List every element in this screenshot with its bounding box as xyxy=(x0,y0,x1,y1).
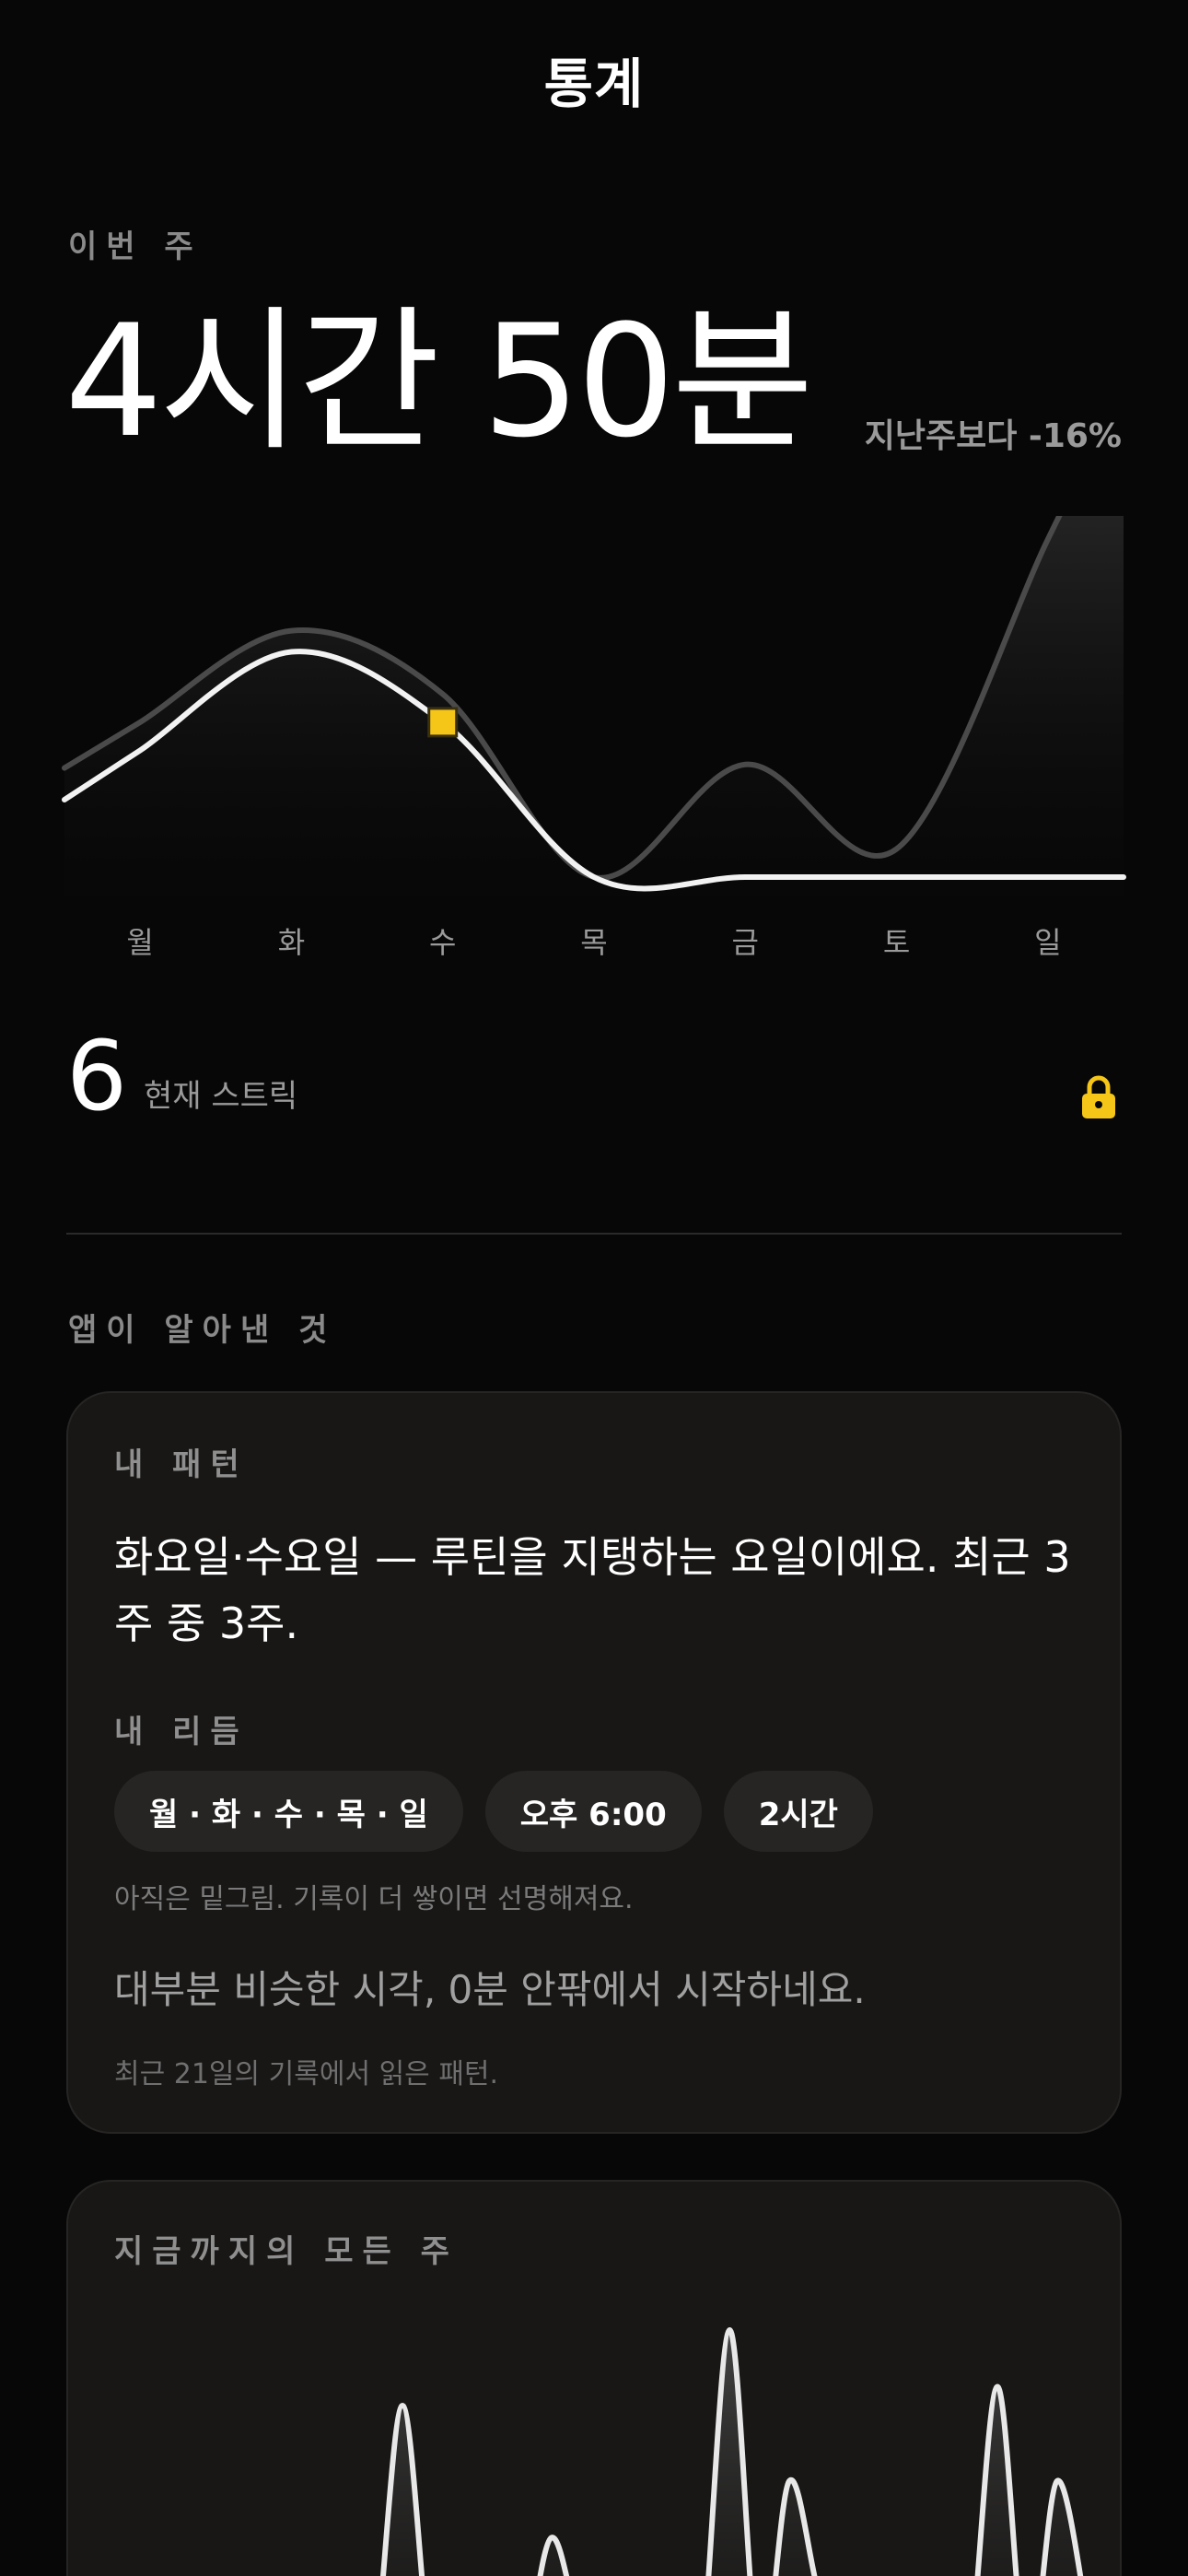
section-divider xyxy=(66,1233,1122,1235)
insights-label: 앱이 알아낸 것 xyxy=(68,1312,337,1349)
pattern-card-label: 내 패턴 xyxy=(114,1446,249,1483)
weekly-chart[interactable] xyxy=(0,516,1188,912)
day-label: 금 xyxy=(731,925,759,960)
day-label: 목 xyxy=(580,925,608,960)
total-time: 4시간 50분 xyxy=(64,291,814,472)
rhythm-label: 내 리듬 xyxy=(114,1714,249,1751)
lock-icon[interactable] xyxy=(1079,1074,1118,1120)
rhythm-days-chip[interactable]: 월 · 화 · 수 · 목 · 일 xyxy=(114,1771,463,1852)
rhythm-duration-chip[interactable]: 2시간 xyxy=(723,1771,873,1852)
streak-label: 현재 스트릭 xyxy=(144,1078,298,1115)
weekday-axis: 월화수목금토일 xyxy=(64,919,1124,960)
rhythm-chips: 월 · 화 · 수 · 목 · 일 오후 6:00 2시간 xyxy=(114,1771,873,1852)
day-label: 토 xyxy=(882,925,911,960)
day-label: 화 xyxy=(277,925,306,960)
day-label: 수 xyxy=(428,925,457,960)
all-weeks-area-fill xyxy=(383,2330,1081,2576)
rhythm-note: 아직은 밑그림. 기록이 더 쌓이면 선명해져요. xyxy=(114,1883,634,1915)
streak-count: 6 xyxy=(66,1020,128,1132)
this-week-label: 이번 주 xyxy=(68,228,203,265)
day-label: 일 xyxy=(1034,925,1062,960)
day-label: 월 xyxy=(126,925,154,960)
pattern-text: 화요일·수요일 — 루틴을 지탱하는 요일이에요. 최근 3주 중 3주. xyxy=(114,1532,1071,1648)
all-weeks-line xyxy=(380,2326,1084,2576)
start-time-text: 대부분 비슷한 시각, 0분 안팎에서 시작하네요. xyxy=(114,1967,866,2012)
all-weeks-label: 지금까지의 모든 주 xyxy=(114,2233,459,2270)
source-note: 최근 21일의 기록에서 읽은 패턴. xyxy=(114,2058,499,2090)
all-weeks-card: 지금까지의 모든 주 xyxy=(66,2180,1122,2576)
pattern-card: 내 패턴 화요일·수요일 — 루틴을 지탱하는 요일이에요. 최근 3주 중 3… xyxy=(66,1391,1122,2134)
rhythm-time-chip[interactable]: 오후 6:00 xyxy=(484,1771,702,1852)
all-weeks-chart[interactable] xyxy=(68,2274,1124,2576)
page-title: 통계 xyxy=(543,53,645,115)
week-area-fill xyxy=(64,516,1124,896)
highlight-marker xyxy=(427,707,459,738)
week-comparison: 지난주보다 -16% xyxy=(864,417,1122,455)
